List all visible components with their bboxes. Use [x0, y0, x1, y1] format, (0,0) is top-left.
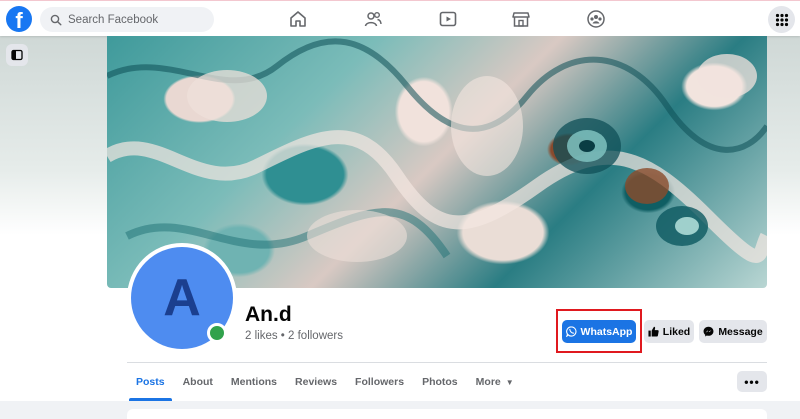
- panel-toggle-icon: [11, 49, 23, 61]
- liked-label: Liked: [662, 325, 691, 338]
- tab-label: Mentions: [230, 376, 278, 388]
- tab-about[interactable]: About: [174, 363, 222, 401]
- search-icon: [50, 14, 62, 26]
- search-placeholder: Search Facebook: [68, 13, 159, 26]
- caret-down-icon: ▼: [505, 377, 514, 387]
- tab-mentions[interactable]: Mentions: [222, 363, 286, 401]
- liked-button[interactable]: Liked: [644, 320, 694, 343]
- tab-followers[interactable]: Followers: [346, 363, 413, 401]
- thumbs-up-icon: [648, 326, 659, 337]
- panel-toggle-button[interactable]: [6, 44, 28, 66]
- more-options-icon: •••: [744, 374, 760, 389]
- profile-name: An.d: [245, 303, 292, 326]
- whatsapp-icon: [565, 326, 577, 337]
- tab-label: Reviews: [295, 376, 338, 388]
- profile-stats[interactable]: 2 likes • 2 followers: [245, 330, 343, 342]
- tab-label: About: [182, 376, 213, 388]
- tab-reviews[interactable]: Reviews: [286, 363, 346, 401]
- tab-posts[interactable]: Posts: [127, 363, 174, 401]
- tab-label: More: [475, 376, 501, 388]
- message-button[interactable]: Message: [699, 320, 767, 343]
- friends-icon[interactable]: [363, 9, 383, 29]
- groups-icon[interactable]: [586, 9, 606, 29]
- facebook-logo[interactable]: f: [6, 6, 32, 32]
- message-label: Message: [718, 325, 763, 338]
- watch-icon[interactable]: [438, 9, 458, 29]
- tab-label: Posts: [136, 376, 165, 388]
- whatsapp-label: WhatsApp: [580, 325, 633, 338]
- search-input[interactable]: Search Facebook: [40, 7, 214, 32]
- menu-grid-icon: [775, 13, 788, 26]
- home-icon[interactable]: [288, 9, 308, 29]
- tab-photos[interactable]: Photos: [413, 363, 467, 401]
- tab-more[interactable]: More ▼: [467, 363, 523, 401]
- whatsapp-button[interactable]: WhatsApp: [562, 320, 636, 343]
- menu-grid-button[interactable]: [768, 6, 795, 33]
- tab-label: Photos: [422, 376, 458, 388]
- top-navigation-bar: f Search Facebook: [0, 0, 800, 36]
- tab-label: Followers: [355, 376, 405, 388]
- online-status-indicator: [207, 323, 227, 343]
- feed-card: [127, 409, 767, 419]
- more-options-button[interactable]: •••: [737, 371, 767, 392]
- messenger-icon: [703, 326, 714, 337]
- profile-tabs: Posts About Mentions Reviews Followers P…: [127, 363, 523, 401]
- marketplace-icon[interactable]: [511, 9, 531, 29]
